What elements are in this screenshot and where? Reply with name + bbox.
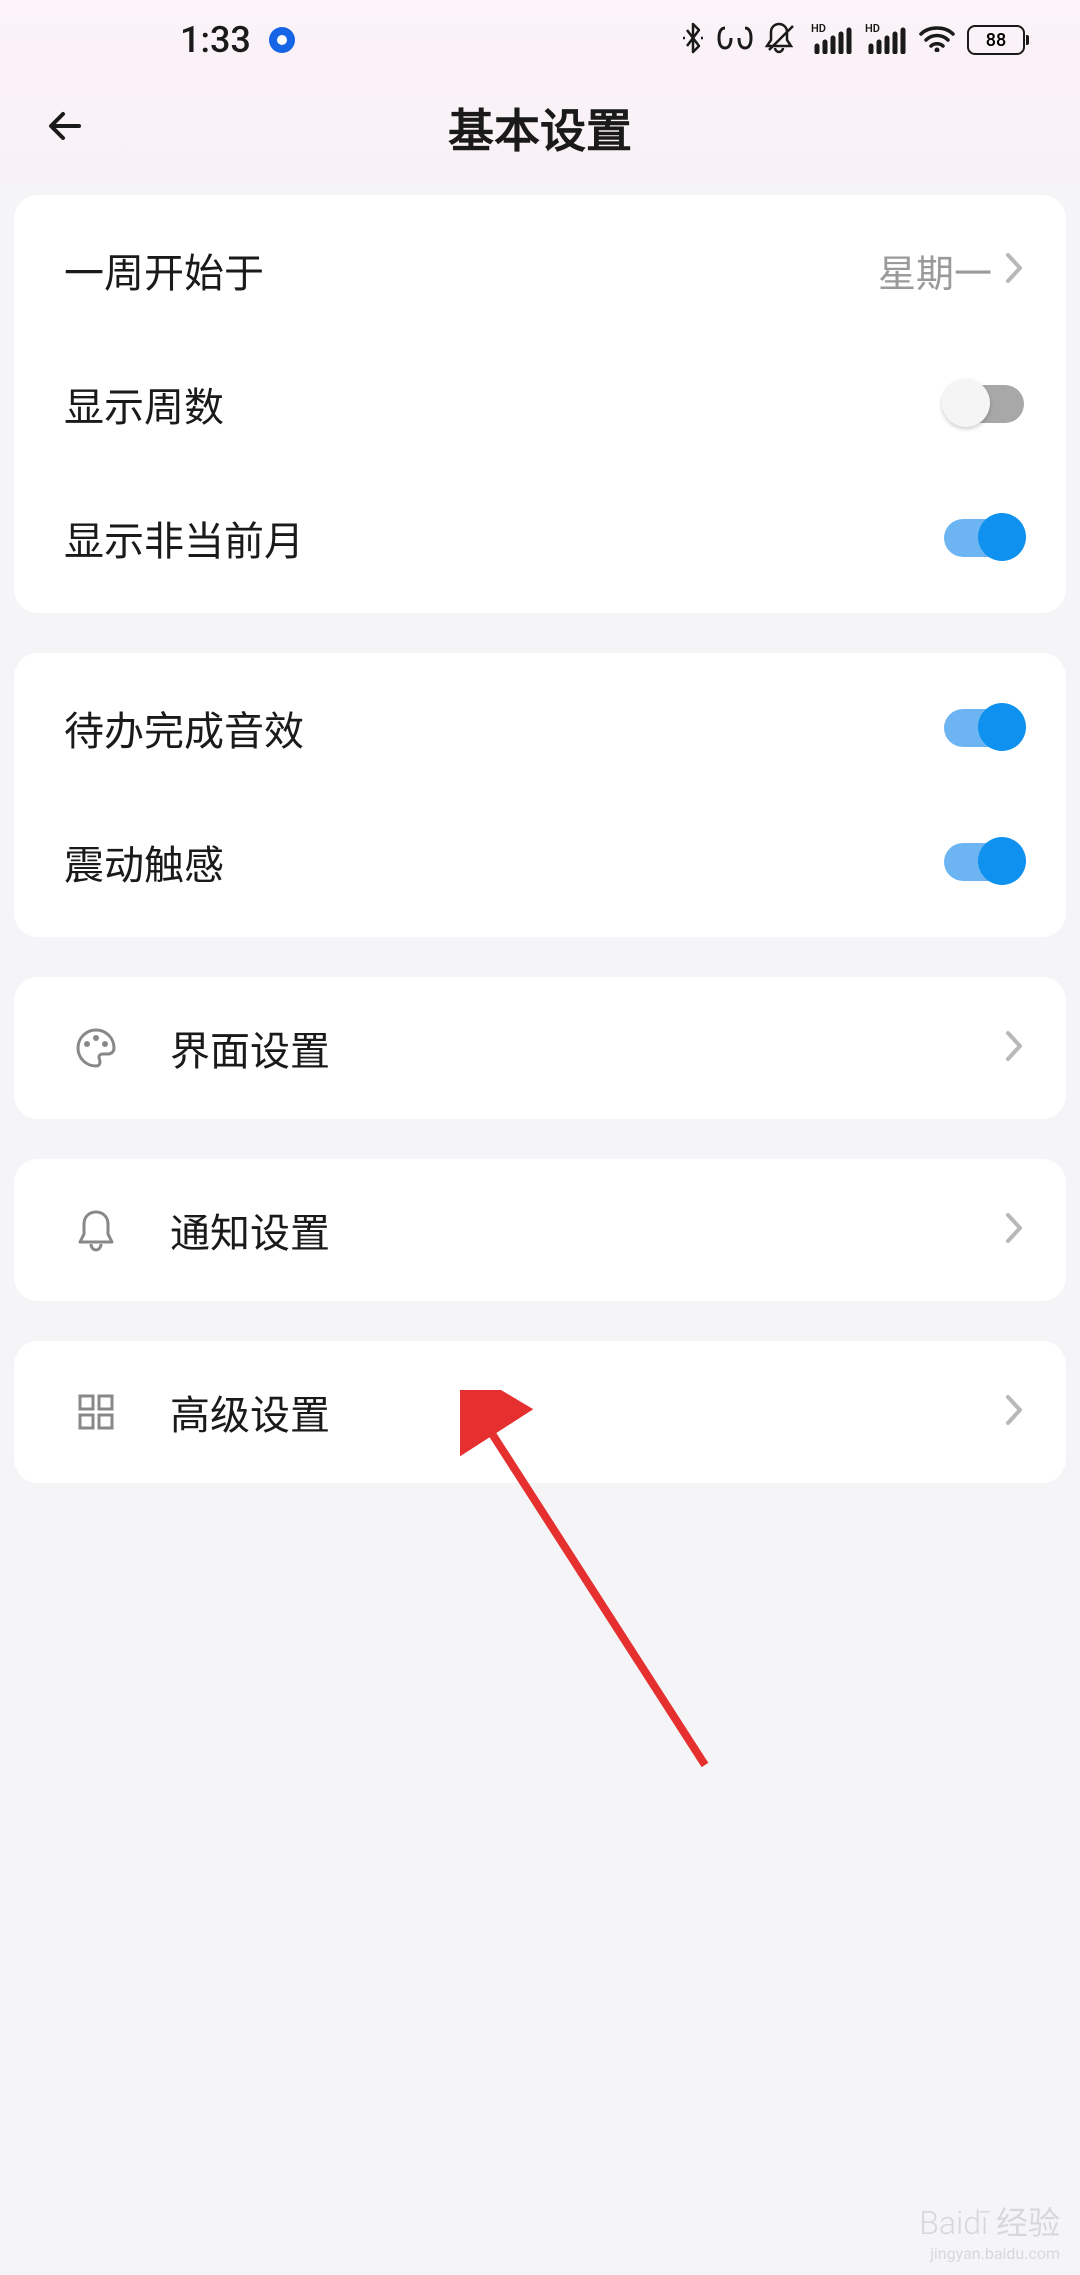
bluetooth-icon bbox=[681, 22, 705, 58]
hd-signal-1-icon: HD bbox=[811, 22, 853, 58]
link-icon bbox=[717, 24, 753, 56]
ui-settings-left: 界面设置 bbox=[72, 1019, 330, 1077]
todo-sound-label: 待办完成音效 bbox=[64, 699, 304, 757]
advanced-settings-group: 高级设置 bbox=[14, 1341, 1066, 1483]
hd-signal-2-icon: HD bbox=[865, 22, 907, 58]
notification-settings-group: 通知设置 bbox=[14, 1159, 1066, 1301]
settings-group-1: 一周开始于 星期一 显示周数 显示非当前月 bbox=[14, 195, 1066, 613]
notification-settings-left: 通知设置 bbox=[72, 1201, 330, 1259]
vibration-toggle[interactable] bbox=[944, 843, 1024, 881]
watermark-url: jingyan.baidu.com bbox=[919, 2244, 1060, 2263]
chevron-right-icon bbox=[1004, 1393, 1024, 1431]
header: 基本设置 bbox=[0, 80, 1080, 175]
svg-text:HD: HD bbox=[811, 22, 826, 35]
content: 一周开始于 星期一 显示周数 显示非当前月 待办完成音效 震动触感 bbox=[0, 185, 1080, 1533]
advanced-settings-left: 高级设置 bbox=[72, 1383, 330, 1441]
week-start-row[interactable]: 一周开始于 星期一 bbox=[14, 203, 1066, 337]
status-bar: 1:33 HD HD 88 bbox=[0, 0, 1080, 80]
show-week-numbers-label: 显示周数 bbox=[64, 375, 224, 433]
chevron-right-icon bbox=[1004, 1211, 1024, 1249]
week-start-value-wrap: 星期一 bbox=[878, 243, 1024, 298]
ui-settings-row[interactable]: 界面设置 bbox=[14, 977, 1066, 1119]
palette-icon bbox=[72, 1024, 120, 1072]
chevron-right-icon bbox=[1004, 1029, 1024, 1067]
week-start-label: 一周开始于 bbox=[64, 241, 264, 299]
advanced-settings-label: 高级设置 bbox=[170, 1383, 330, 1441]
week-start-value: 星期一 bbox=[878, 243, 992, 298]
battery-icon: 88 bbox=[967, 25, 1025, 55]
chevron-right-icon bbox=[1004, 251, 1024, 289]
settings-group-2: 待办完成音效 震动触感 bbox=[14, 653, 1066, 937]
topbar-area: 1:33 HD HD 88 bbox=[0, 0, 1080, 185]
mute-icon bbox=[765, 22, 799, 58]
ui-settings-label: 界面设置 bbox=[170, 1019, 330, 1077]
todo-sound-row: 待办完成音效 bbox=[14, 661, 1066, 795]
show-non-current-month-toggle[interactable] bbox=[944, 519, 1024, 557]
ui-settings-group: 界面设置 bbox=[14, 977, 1066, 1119]
show-week-numbers-toggle[interactable] bbox=[944, 385, 1024, 423]
vibration-row: 震动触感 bbox=[14, 795, 1066, 929]
show-week-numbers-row: 显示周数 bbox=[14, 337, 1066, 471]
vibration-label: 震动触感 bbox=[64, 833, 224, 891]
status-right: HD HD 88 bbox=[681, 22, 1025, 58]
notification-settings-row[interactable]: 通知设置 bbox=[14, 1159, 1066, 1301]
notification-dot-icon bbox=[269, 27, 295, 53]
watermark-brand: Baidī 经验 bbox=[919, 2198, 1060, 2244]
back-button[interactable] bbox=[45, 105, 87, 151]
status-time: 1:33 bbox=[180, 19, 251, 61]
notification-settings-label: 通知设置 bbox=[170, 1201, 330, 1259]
advanced-settings-row[interactable]: 高级设置 bbox=[14, 1341, 1066, 1483]
bell-icon bbox=[72, 1206, 120, 1254]
show-non-current-month-label: 显示非当前月 bbox=[64, 509, 304, 567]
svg-text:HD: HD bbox=[865, 22, 880, 35]
wifi-icon bbox=[919, 24, 955, 56]
status-left: 1:33 bbox=[180, 19, 295, 61]
watermark: Baidī 经验 jingyan.baidu.com bbox=[919, 2198, 1060, 2263]
grid-icon bbox=[72, 1388, 120, 1436]
show-non-current-month-row: 显示非当前月 bbox=[14, 471, 1066, 605]
todo-sound-toggle[interactable] bbox=[944, 709, 1024, 747]
back-arrow-icon bbox=[45, 105, 87, 147]
page-title: 基本设置 bbox=[45, 95, 1035, 161]
